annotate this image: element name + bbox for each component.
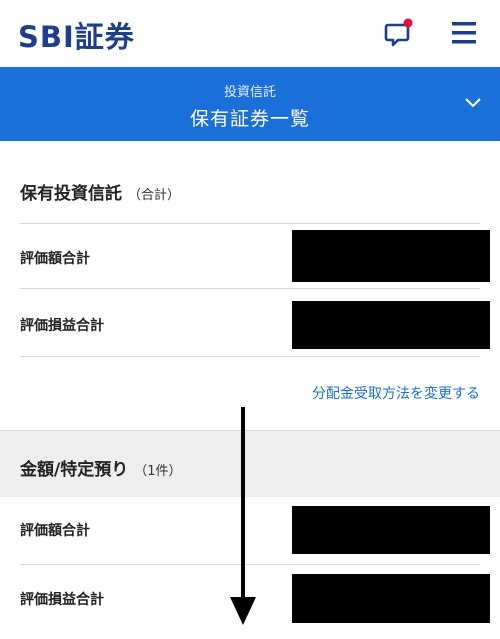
chat-notification-icon: [384, 18, 413, 47]
hamburger-menu-button[interactable]: [450, 20, 478, 46]
change-distribution-method-link[interactable]: 分配金受取方法を変更する: [312, 383, 480, 403]
section-title-suffix: （1件）: [134, 464, 182, 479]
page-subtitle: 投資信託: [223, 85, 276, 100]
table-row: 評価額合計: [0, 224, 500, 288]
redacted-value: [292, 230, 490, 282]
section-title-text: 金額/特定預り: [20, 460, 129, 480]
row-label: 評価額合計: [20, 251, 90, 267]
divider: [20, 356, 480, 357]
section-title-holdings: 保有投資信託 （合計）: [20, 179, 180, 204]
scroll-down-arrow-icon: [230, 407, 256, 625]
row-label: 評価損益合計: [20, 592, 104, 608]
row-label: 評価額合計: [20, 523, 90, 539]
app-header: SBI証券: [0, 0, 500, 67]
row-label: 評価損益合計: [20, 318, 104, 334]
page-title: 保有証券一覧: [189, 108, 310, 130]
page-title-bar[interactable]: 投資信託 保有証券一覧: [0, 67, 500, 141]
hamburger-menu-icon: [452, 22, 476, 44]
redacted-value: [292, 301, 490, 349]
section-title-text: 保有投資信託: [20, 184, 122, 204]
sbi-logo[interactable]: SBI証券: [18, 14, 135, 56]
redacted-value: [292, 506, 490, 554]
chevron-down-icon[interactable]: [462, 95, 484, 111]
section-title-suffix: （合計）: [128, 188, 181, 203]
redacted-value: [292, 574, 490, 623]
table-row: 評価損益合計: [0, 289, 500, 356]
chat-notification-button[interactable]: [384, 18, 414, 48]
section-title-account: 金額/特定預り （1件）: [20, 455, 182, 480]
